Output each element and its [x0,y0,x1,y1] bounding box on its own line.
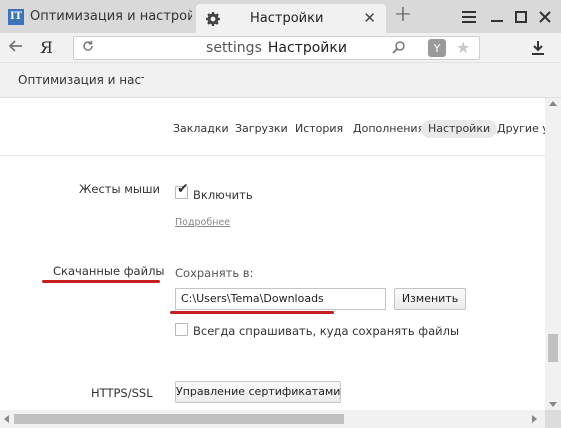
nav-tab-history[interactable]: История [295,120,343,138]
scroll-left-arrow-icon[interactable] [4,415,9,423]
back-arrow-icon[interactable] [8,38,28,58]
site-favicon-icon: IT [8,8,24,25]
yandex-protect-icon[interactable]: Y [428,39,446,57]
search-icon[interactable] [392,40,406,58]
address-field[interactable]: settings Настройки Y ★ [73,36,480,60]
nav-tab-downloads[interactable]: Загрузки [235,120,288,138]
scroll-thumb[interactable] [14,414,344,424]
url-host: settings [206,40,262,56]
bookmark-star-icon[interactable]: ★ [456,38,470,57]
tab-title: Настройки [250,11,324,26]
nav-tab-extensions[interactable]: Дополнения [353,120,424,138]
mouse-gestures-checkbox[interactable]: ✔ [175,182,189,199]
url-page-title: Настройки [267,40,347,56]
menu-icon[interactable] [456,0,482,33]
checkmark-icon: ✔ [177,181,189,197]
bookmark-item[interactable]: Оптимизация и настройка [18,73,144,87]
tab-itshneg[interactable]: IT Оптимизация и настройка [0,0,192,33]
maximize-icon[interactable] [508,0,534,33]
minimize-icon[interactable] [484,0,510,33]
vertical-scrollbar[interactable] [545,98,561,410]
horizontal-scrollbar[interactable] [0,410,561,428]
settings-page: Закладки Загрузки История Дополнения Нас… [0,98,545,410]
nav-tab-settings[interactable]: Настройки [421,120,498,138]
bookmarks-bar: Оптимизация и настройка [0,63,561,98]
tab-strip: IT Оптимизация и настройка Настройки ✕ + [0,0,561,33]
scroll-right-arrow-icon[interactable] [532,415,537,423]
close-tab-icon[interactable]: ✕ [363,11,376,26]
always-ask-label[interactable]: Всегда спрашивать, куда сохранять файлы [193,324,459,338]
annotation-underline [170,311,334,314]
gear-icon [206,11,220,26]
download-icon[interactable] [530,40,548,58]
scroll-up-arrow-icon[interactable] [549,101,557,106]
save-to-label: Сохранять в: [175,266,254,280]
annotation-underline [42,280,160,283]
toolbar: Я settings Настройки Y ★ [0,33,561,63]
manage-certificates-button[interactable]: Управление сертификатами [175,381,341,403]
change-folder-button[interactable]: Изменить [394,288,466,310]
settings-nav: Закладки Загрузки История Дополнения Нас… [0,98,545,156]
download-path-field[interactable]: C:\Users\Tema\Downloads [175,288,386,310]
enable-gestures-label[interactable]: Включить [193,188,253,202]
scrollbar-corner [545,410,561,428]
more-info-link[interactable]: Подробнее [175,217,230,228]
downloads-section-label: Скачанные файлы [53,264,165,278]
always-ask-checkbox[interactable] [175,323,188,336]
url-text: settings Настройки [74,40,479,56]
scroll-thumb[interactable] [548,334,558,362]
tab-settings[interactable]: Настройки ✕ [196,4,386,33]
close-window-icon[interactable] [532,0,558,33]
new-tab-button[interactable]: + [392,4,414,28]
https-ssl-label: HTTPS/SSL [91,386,153,400]
nav-tab-bookmarks[interactable]: Закладки [173,120,229,138]
scroll-down-arrow-icon[interactable] [549,402,557,407]
yandex-logo[interactable]: Я [40,38,53,57]
nav-tab-other-devices[interactable]: Другие устройства [497,120,545,138]
mouse-gestures-label: Жесты мыши [79,182,160,196]
tab-title: Оптимизация и настройка [30,9,192,24]
